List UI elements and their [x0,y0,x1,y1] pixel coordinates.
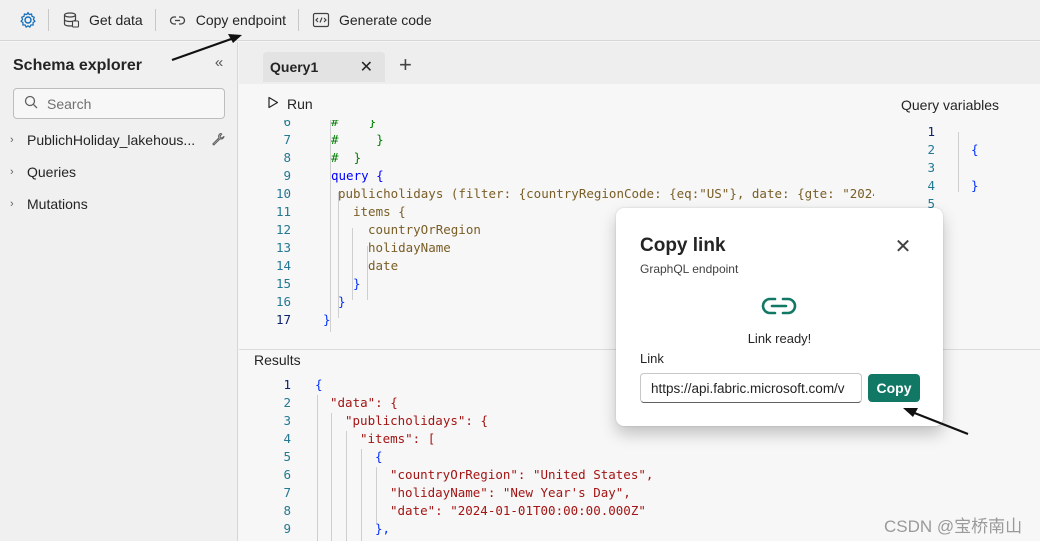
annotation-arrows [171,34,969,436]
arrow-to-copy-endpoint [171,36,235,62]
arrow-to-copy-button [911,410,969,436]
watermark: CSDN @宝桥南山 [884,517,1023,536]
